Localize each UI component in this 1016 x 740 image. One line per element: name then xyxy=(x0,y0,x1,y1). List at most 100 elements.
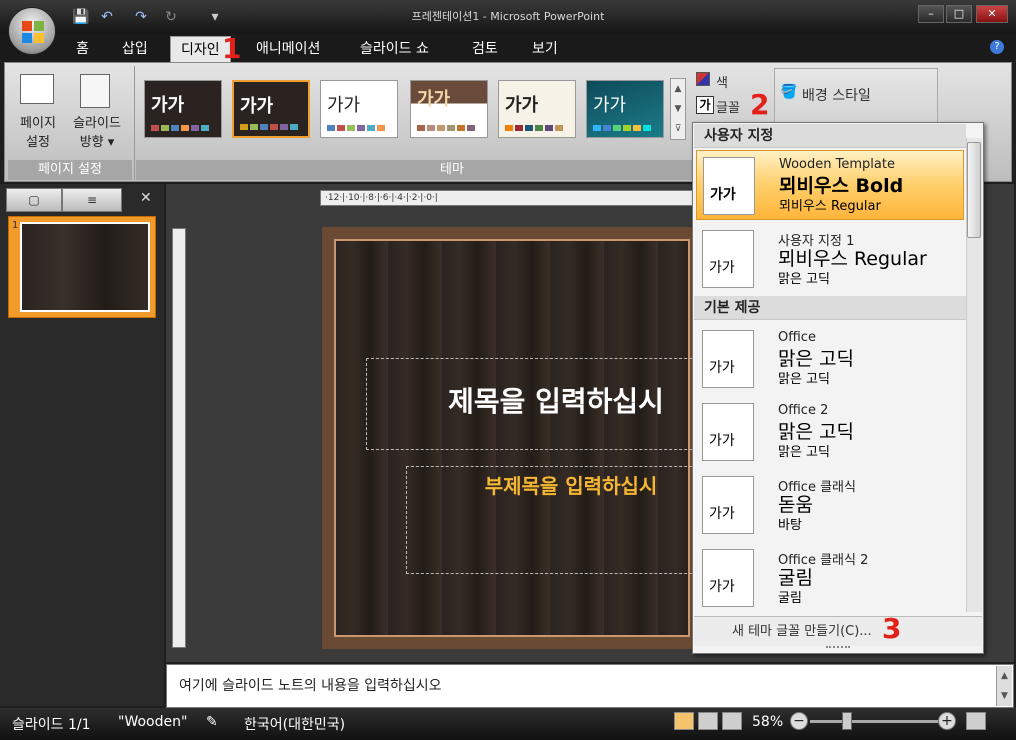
tab-view[interactable]: 보기 xyxy=(522,36,568,62)
theme-thumb-6[interactable]: 가가 xyxy=(586,80,664,138)
font-option-name: Wooden Template xyxy=(779,157,895,172)
page-setup-button[interactable]: 페이지설정 xyxy=(10,114,66,152)
tab-insert[interactable]: 삽입 xyxy=(112,36,158,62)
theme-sample-text: 가가 xyxy=(240,96,274,117)
close-button[interactable]: ✕ xyxy=(976,5,1008,23)
slide-sorter-button[interactable] xyxy=(698,712,718,730)
theme-sample-text: 가가 xyxy=(417,89,451,110)
font-preview-text: 가가 xyxy=(709,360,735,376)
font-option-wooden[interactable]: 가가 Wooden Template 뫼비우스 Bold 뫼비우스 Regula… xyxy=(696,150,964,220)
subtitle-placeholder-text: 부제목을 입력하십시 xyxy=(484,474,658,498)
slides-tab[interactable]: ▢ xyxy=(6,188,62,212)
theme-colors xyxy=(327,125,385,131)
page-setup-icon xyxy=(20,74,54,104)
theme-colors xyxy=(240,124,298,130)
minimize-button[interactable]: – xyxy=(918,5,944,23)
font-option-minor: 맑은 고딕 xyxy=(778,372,830,387)
orientation-label-2: 방향 ▾ xyxy=(79,135,115,150)
slideshow-view-button[interactable] xyxy=(722,712,742,730)
font-preview-icon: 가가 xyxy=(702,330,754,388)
tab-home[interactable]: 홈 xyxy=(66,36,99,62)
font-option-major: 돋움 xyxy=(778,494,813,516)
font-option-major: 맑은 고딕 xyxy=(778,421,854,443)
page-setup-label-2: 설정 xyxy=(26,135,50,150)
help-icon[interactable]: ? xyxy=(990,40,1004,54)
zoom-in-button[interactable]: + xyxy=(938,712,956,730)
background-styles-button[interactable]: 배경 스타일 xyxy=(802,85,871,105)
theme-colors xyxy=(505,125,563,131)
fit-window-button[interactable] xyxy=(966,712,986,730)
slide-number: 1 xyxy=(12,220,19,231)
zoom-slider[interactable] xyxy=(810,720,938,723)
font-preview-icon: 가가 xyxy=(702,403,754,461)
theme-sample-text: 가가 xyxy=(505,95,539,116)
font-option-major: 굴림 xyxy=(778,567,813,589)
theme-thumb-1[interactable]: 가가 xyxy=(144,80,222,138)
zoom-level[interactable]: 58% xyxy=(752,714,783,730)
horizontal-ruler: ·12·|·10·|·8·|·6·|·4·|·2·|·0·| xyxy=(320,190,700,206)
resize-grip[interactable] xyxy=(826,646,850,650)
builtin-fonts-header: 기본 제공 xyxy=(694,296,966,320)
font-option-minor: 굴림 xyxy=(778,591,802,606)
font-option-minor: 맑은 고딕 xyxy=(778,445,830,460)
slide-orientation-icon xyxy=(80,74,110,108)
font-option-office-classic-2[interactable]: 가가 Office 클래식 2 굴림 굴림 xyxy=(696,543,964,613)
maximize-button[interactable]: □ xyxy=(946,5,972,23)
font-preview-icon: 가가 xyxy=(702,230,754,288)
theme-thumb-wooden[interactable]: 가가 xyxy=(232,80,310,138)
step-marker-1: 1 xyxy=(222,32,242,65)
slide-thumbnail-image xyxy=(20,222,150,312)
colors-button[interactable]: 색 xyxy=(716,72,728,91)
zoom-out-button[interactable]: − xyxy=(790,712,808,730)
font-option-minor: 바탕 xyxy=(778,518,802,533)
notes-pane[interactable]: 여기에 슬라이드 노트의 내용을 입력하십시오 xyxy=(166,664,1014,708)
tab-slideshow[interactable]: 슬라이드 쇼 xyxy=(350,36,439,62)
window-title: 프레젠테이션1 - Microsoft PowerPoint xyxy=(411,10,605,23)
normal-view-button[interactable] xyxy=(674,712,694,730)
spellcheck-icon[interactable]: ✎ xyxy=(206,714,218,730)
font-option-major: 맑은 고딕 xyxy=(778,348,854,370)
tab-review[interactable]: 검토 xyxy=(462,36,508,62)
theme-colors xyxy=(417,125,475,131)
themes-scroll[interactable]: ▲ ▼ ⊽ xyxy=(670,78,686,140)
theme-sample-text: 가가 xyxy=(327,95,361,116)
font-preview-text: 가가 xyxy=(710,187,736,203)
font-option-office-2[interactable]: 가가 Office 2 맑은 고딕 맑은 고딕 xyxy=(696,397,964,467)
orientation-label-1: 슬라이드 xyxy=(73,116,121,131)
font-option-minor: 뫼비우스 Regular xyxy=(779,199,881,214)
fonts-icon: 가 xyxy=(696,96,714,114)
pane-close-icon[interactable]: ✕ xyxy=(140,190,152,206)
vertical-ruler xyxy=(172,228,186,648)
step-marker-3: 3 xyxy=(882,612,902,645)
theme-sample-text: 가가 xyxy=(151,95,185,116)
theme-colors xyxy=(151,125,209,131)
theme-colors xyxy=(593,125,651,131)
fonts-button[interactable]: 글꼴 xyxy=(716,97,740,116)
font-preview-text: 가가 xyxy=(709,579,735,595)
theme-sample-text: 가가 xyxy=(593,95,627,116)
theme-thumb-4[interactable]: 가가 xyxy=(410,80,488,138)
group-divider xyxy=(134,66,135,180)
paint-bucket-icon: 🪣 xyxy=(780,84,798,100)
tab-animations[interactable]: 애니메이션 xyxy=(246,36,330,62)
theme-thumb-5[interactable]: 가가 xyxy=(498,80,576,138)
language[interactable]: 한국어(대한민국) xyxy=(244,714,345,734)
zoom-slider-handle[interactable] xyxy=(842,712,852,730)
font-option-custom-1[interactable]: 가가 사용자 지정 1 뫼비우스 Regular 맑은 고딕 xyxy=(696,224,964,294)
notes-scrollbar[interactable]: ▲ ▼ xyxy=(996,666,1012,706)
font-preview-icon: 가가 xyxy=(703,157,755,215)
create-theme-fonts-button[interactable]: 새 테마 글꼴 만들기(C)... xyxy=(694,616,982,646)
page-setup-label-1: 페이지 xyxy=(20,116,56,131)
dropdown-scroll-thumb[interactable] xyxy=(967,142,981,238)
outline-tab[interactable]: ≡ xyxy=(62,188,122,212)
slide-orientation-button[interactable]: 슬라이드방향 ▾ xyxy=(62,114,132,152)
theme-name: "Wooden" xyxy=(118,714,188,730)
font-option-office-classic[interactable]: 가가 Office 클래식 돋움 바탕 xyxy=(696,470,964,540)
theme-thumb-office[interactable]: 가가 xyxy=(320,80,398,138)
font-preview-icon: 가가 xyxy=(702,549,754,607)
font-option-minor: 맑은 고딕 xyxy=(778,272,830,287)
colors-icon xyxy=(696,72,710,86)
font-option-office[interactable]: 가가 Office 맑은 고딕 맑은 고딕 xyxy=(696,324,964,394)
office-button[interactable] xyxy=(8,7,56,55)
font-preview-text: 가가 xyxy=(709,260,735,276)
